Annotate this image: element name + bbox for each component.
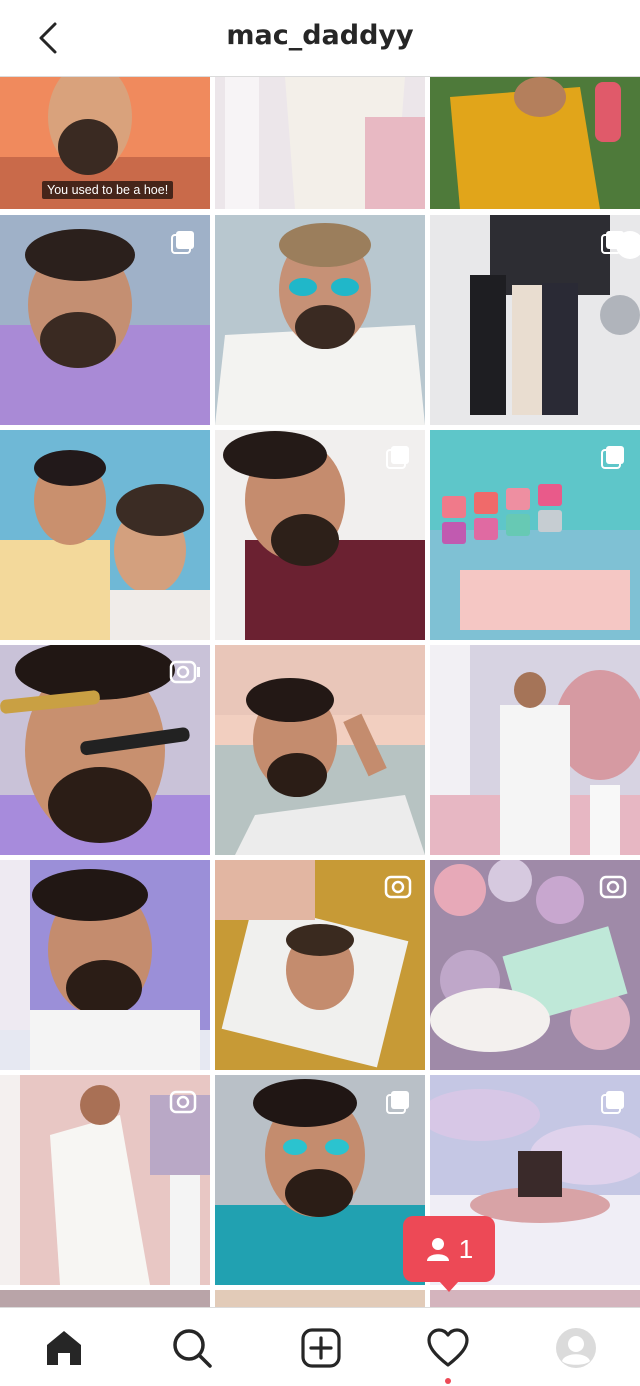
new-post-icon [301,1328,341,1368]
nav-home[interactable] [40,1324,88,1372]
search-icon [173,1329,212,1368]
post-tile[interactable] [0,215,210,425]
activity-notification-dot [445,1378,451,1384]
page-title: mac_daddyy [226,20,414,51]
carousel-icon [601,446,624,469]
post-thumbnail [430,1290,640,1307]
post-thumbnail [430,645,640,855]
post-tile[interactable] [0,860,210,1070]
video-icon [384,875,412,899]
post-tile[interactable] [430,430,640,640]
post-tile[interactable] [0,1075,210,1285]
follower-icon [426,1238,449,1261]
post-thumbnail [0,860,210,1070]
profile-header: mac_daddyy [0,0,640,77]
post-tile[interactable] [430,860,640,1070]
post-thumbnail [215,77,425,209]
post-tile[interactable] [430,77,640,209]
carousel-icon [386,446,409,469]
post-thumbnail [215,1290,425,1307]
activity-count: 1 [458,1233,474,1264]
activity-heart-icon [427,1328,469,1367]
nav-search[interactable] [168,1324,216,1372]
profile-avatar [556,1328,596,1368]
bottom-navigation [0,1307,640,1386]
story-caption: You used to be a hoe! [42,181,174,199]
nav-activity[interactable] [424,1324,472,1372]
post-tile[interactable] [0,430,210,640]
post-tile[interactable] [215,645,425,855]
post-tile[interactable] [430,645,640,855]
post-tile[interactable] [215,1075,425,1285]
post-thumbnail [0,430,210,640]
post-tile[interactable] [215,215,425,425]
post-tile[interactable]: You used to be a hoe! [0,77,210,209]
video-icon [599,875,627,899]
post-tile[interactable] [0,1290,210,1307]
nav-new-post[interactable] [297,1324,345,1372]
nav-profile[interactable] [552,1324,600,1372]
post-tile[interactable] [215,430,425,640]
activity-notification-bubble[interactable]: 1 [403,1216,495,1292]
post-thumbnail [430,77,640,209]
post-tile[interactable] [215,1290,425,1307]
post-tile[interactable] [430,215,640,425]
carousel-icon [601,1091,624,1114]
post-tile[interactable] [0,645,210,855]
carousel-icon [171,231,194,254]
post-thumbnail [215,215,425,425]
post-tile[interactable] [215,860,425,1070]
home-icon [47,1331,81,1365]
post-thumbnail [0,1290,210,1307]
post-thumbnail [215,645,425,855]
video-icon [169,660,200,684]
carousel-icon [386,1091,409,1114]
posts-grid: You used to be a hoe! [0,77,640,1307]
carousel-icon [601,231,624,254]
video-icon [169,1090,197,1114]
post-tile[interactable] [215,77,425,209]
post-tile[interactable] [430,1290,640,1307]
